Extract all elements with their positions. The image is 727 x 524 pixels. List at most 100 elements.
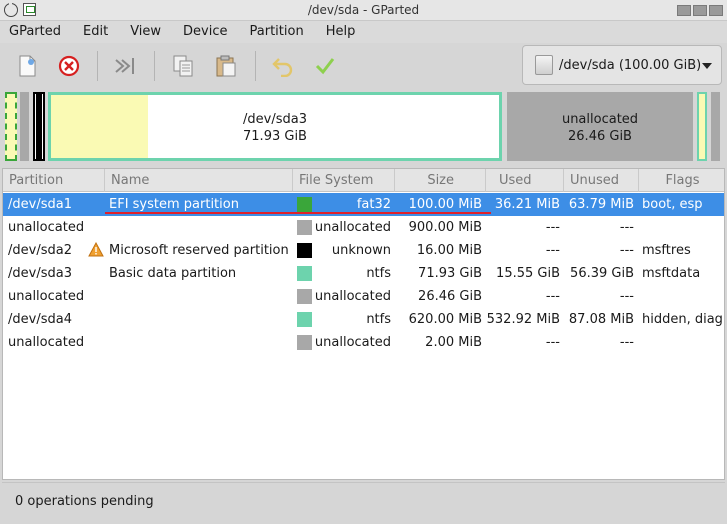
disk-icon: [535, 55, 553, 75]
column-used[interactable]: Used: [486, 169, 564, 192]
cell-size: 900.00 MiB: [408, 220, 482, 235]
status-bar: 0 operations pending: [2, 482, 725, 520]
cell-size: 71.93 GiB: [418, 266, 482, 281]
paste-button[interactable]: [213, 53, 239, 79]
cell-name: Basic data partition: [109, 266, 237, 281]
cell-unused: 87.08 MiB: [568, 312, 634, 327]
close-window-button[interactable]: [709, 5, 723, 16]
column-partition[interactable]: Partition: [3, 169, 105, 192]
filesystem-color-swatch: [297, 289, 312, 304]
graphic-unallocated-name: unallocated: [561, 112, 639, 127]
warning-icon: [88, 242, 104, 257]
cell-unused: ---: [619, 243, 634, 258]
minimize-button[interactable]: [677, 5, 691, 16]
table-header: Partition Name File System Size Used Unu…: [3, 169, 724, 192]
red-underline-annotation: [105, 212, 491, 214]
table-row[interactable]: /dev/sda3 Basic data partition ntfs 71.93 G…: [3, 262, 724, 285]
cell-partition: /dev/sda2: [8, 243, 72, 258]
cell-flags: msftdata: [642, 266, 701, 281]
table-row[interactable]: unallocated unallocated 2.00 MiB --- ---: [3, 331, 724, 354]
cell-size: 620.00 MiB: [408, 312, 482, 327]
filesystem-color-swatch: [297, 335, 312, 350]
graphic-unallocated-end[interactable]: [711, 92, 720, 161]
filesystem-color-swatch: [297, 220, 312, 235]
window-title: /dev/sda - GParted: [307, 3, 420, 17]
apply-button[interactable]: [312, 53, 338, 79]
menu-bar: GParted Edit View Device Partition Help: [0, 21, 727, 43]
cell-partition: /dev/sda3: [8, 266, 72, 281]
cell-used: ---: [545, 243, 560, 258]
cell-used: 36.21 MiB: [494, 197, 560, 212]
table-row[interactable]: /dev/sda4 ntfs 620.00 MiB 532.92 MiB 87.08 M…: [3, 308, 724, 331]
cell-flags: msftres: [642, 243, 691, 258]
cell-partition: unallocated: [8, 220, 85, 235]
title-bar: /dev/sda - GParted: [0, 0, 727, 21]
new-document-icon: [19, 55, 36, 77]
cell-used: ---: [545, 220, 560, 235]
graphic-unallocated-size: 26.46 GiB: [568, 129, 632, 144]
copy-button[interactable]: [170, 53, 196, 79]
chevron-down-icon: [702, 63, 712, 69]
cell-flags: boot, esp: [642, 197, 703, 212]
copy-icon: [173, 55, 193, 77]
cell-used: ---: [545, 289, 560, 304]
column-name[interactable]: Name: [105, 169, 293, 192]
graphic-unallocated-large[interactable]: unallocated 26.46 GiB: [507, 92, 693, 161]
column-flags[interactable]: Flags: [639, 169, 724, 192]
cell-flags: hidden, diag: [642, 312, 723, 327]
graphic-sda3-name: /dev/sda3: [243, 112, 307, 127]
cell-unused: ---: [619, 289, 634, 304]
cell-file-system: unallocated: [314, 335, 391, 350]
graphic-sda3[interactable]: /dev/sda3 71.93 GiB: [48, 92, 502, 161]
graphic-sda2[interactable]: [33, 92, 45, 161]
cell-partition: unallocated: [8, 289, 85, 304]
cell-used: 15.55 GiB: [496, 266, 560, 281]
cell-unused: ---: [619, 220, 634, 235]
graphic-sda4[interactable]: [697, 92, 707, 161]
cell-used: 532.92 MiB: [486, 312, 560, 327]
table-row[interactable]: unallocated unallocated 900.00 MiB --- ---: [3, 216, 724, 239]
cell-size: 16.00 MiB: [416, 243, 482, 258]
resize-move-icon: [115, 58, 134, 74]
menu-help[interactable]: Help: [326, 21, 356, 43]
cell-unused: 56.39 GiB: [570, 266, 634, 281]
resize-move-button[interactable]: [112, 53, 138, 79]
partition-graphic: /dev/sda3 71.93 GiB unallocated 26.46 Gi…: [0, 89, 727, 164]
maximize-button[interactable]: [693, 5, 707, 16]
cell-file-system: ntfs: [366, 266, 391, 281]
menu-partition[interactable]: Partition: [250, 21, 304, 43]
paste-icon: [216, 55, 236, 77]
table-row[interactable]: unallocated unallocated 26.46 GiB --- ---: [3, 285, 724, 308]
undo-button[interactable]: [270, 53, 296, 79]
menu-gparted[interactable]: GParted: [9, 21, 61, 43]
cell-file-system: unallocated: [314, 289, 391, 304]
device-selector[interactable]: /dev/sda (100.00 GiB): [522, 45, 722, 85]
cell-file-system: unknown: [331, 243, 391, 258]
menu-view[interactable]: View: [130, 21, 161, 43]
status-text: 0 operations pending: [15, 494, 154, 509]
delete-icon: [58, 55, 80, 77]
filesystem-color-swatch: [297, 266, 312, 281]
cell-file-system: ntfs: [366, 312, 391, 327]
cell-unused: ---: [619, 335, 634, 350]
cell-size: 26.46 GiB: [418, 289, 482, 304]
menu-device[interactable]: Device: [183, 21, 227, 43]
filesystem-color-swatch: [297, 243, 312, 258]
new-partition-button[interactable]: [14, 53, 40, 79]
table-row[interactable]: /dev/sda2 Microsoft reserved partition unk…: [3, 239, 724, 262]
graphic-sda1[interactable]: [5, 92, 17, 161]
menu-edit[interactable]: Edit: [83, 21, 108, 43]
cell-partition: unallocated: [8, 335, 85, 350]
undo-icon: [272, 58, 293, 77]
filesystem-color-swatch: [297, 312, 312, 327]
toolbar: /dev/sda (100.00 GiB): [0, 43, 727, 89]
column-unused[interactable]: Unused: [564, 169, 639, 192]
checkmark-icon: [315, 58, 335, 75]
cell-size: 2.00 MiB: [425, 335, 482, 350]
filesystem-color-swatch: [297, 197, 312, 212]
delete-partition-button[interactable]: [56, 53, 82, 79]
cell-file-system: unallocated: [314, 220, 391, 235]
column-size[interactable]: Size: [395, 169, 486, 192]
graphic-unallocated-small[interactable]: [20, 92, 29, 161]
column-file-system[interactable]: File System: [293, 169, 395, 192]
